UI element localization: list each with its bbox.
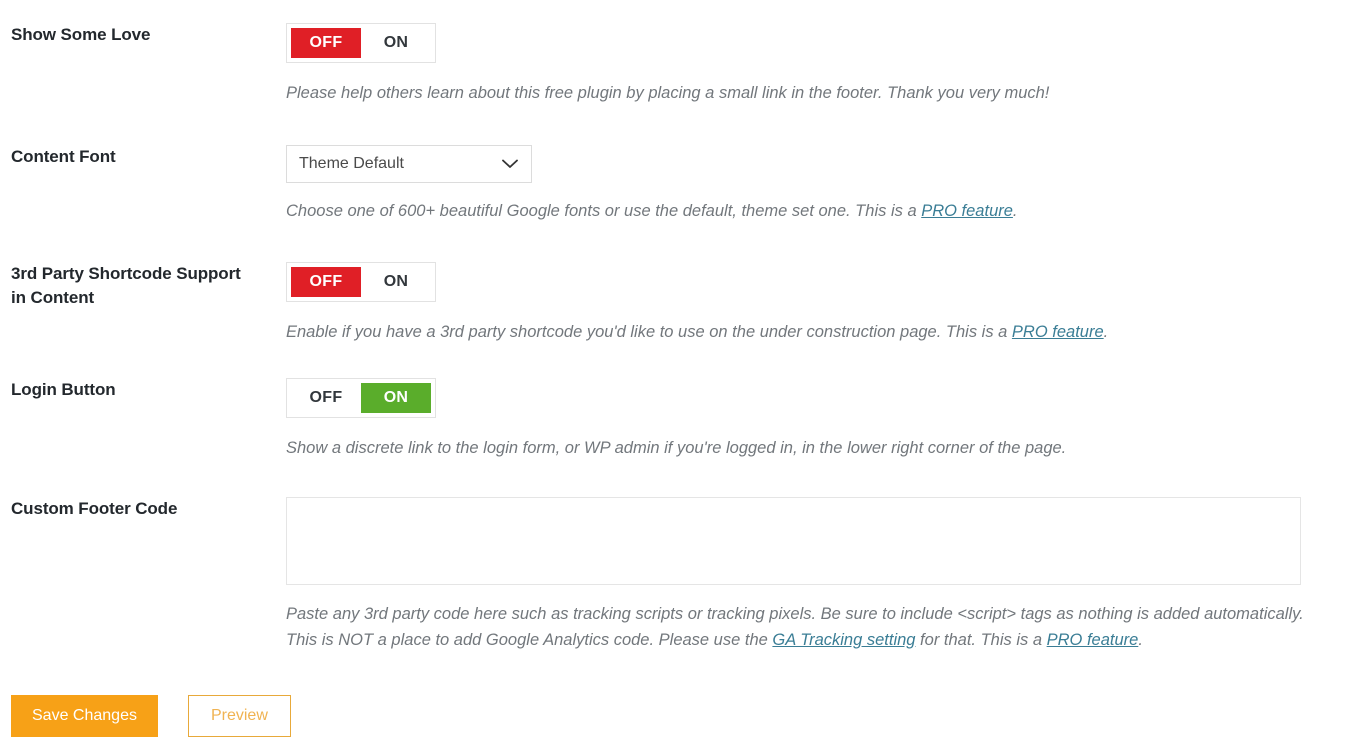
description-content-font-text-after: . <box>1012 202 1018 221</box>
label-custom-footer-code: Custom Footer Code <box>11 498 178 518</box>
content-font-select[interactable]: Theme Default <box>286 145 532 184</box>
content-font-select-value: Theme Default <box>299 155 404 173</box>
toggle-show-some-love-off[interactable]: OFF <box>291 28 361 58</box>
description-show-some-love: Please help others learn about this free… <box>286 84 1050 102</box>
label-show-some-love: Show Some Love <box>11 25 151 44</box>
description-custom-footer-code-text-middle: for that. This is a <box>915 630 1047 649</box>
description-custom-footer-code-line2: This is NOT a place to add Google Analyt… <box>286 627 1316 653</box>
toggle-shortcode-support-off[interactable]: OFF <box>291 266 361 297</box>
form-action-bar: Save Changes Preview <box>0 695 1364 737</box>
field-content-font: Theme Default Choose one of 600+ beautif… <box>286 145 1364 224</box>
setting-row-login-button: Login Button OFF ON Show a discrete link… <box>0 345 1364 461</box>
field-custom-footer-code: Paste any 3rd party code here such as tr… <box>286 496 1364 654</box>
settings-form: Show Some Love OFF ON Please help others… <box>0 0 1364 737</box>
toggle-login-button-on[interactable]: ON <box>361 383 431 414</box>
pro-feature-link-custom-footer-code[interactable]: PRO feature <box>1047 631 1139 649</box>
label-content-font: Content Font <box>11 147 116 167</box>
field-show-some-love: OFF ON Please help others learn about th… <box>286 23 1364 106</box>
description-custom-footer-code-line1: Paste any 3rd party code here such as tr… <box>286 604 1304 623</box>
toggle-shortcode-support[interactable]: OFF ON <box>286 261 436 302</box>
setting-row-content-font: Content Font Theme Default Choose one of… <box>0 106 1364 224</box>
label-shortcode-support: 3rd Party Shortcode Support in Content <box>11 263 241 308</box>
field-shortcode-support: OFF ON Enable if you have a 3rd party sh… <box>286 261 1364 345</box>
description-login-button: Show a discrete link to the login form, … <box>286 439 1067 458</box>
setting-row-custom-footer-code: Custom Footer Code Paste any 3rd party c… <box>0 462 1364 654</box>
toggle-login-button-off[interactable]: OFF <box>291 383 361 413</box>
description-custom-footer-code-text-before: This is NOT a place to add Google Analyt… <box>286 630 773 649</box>
custom-footer-code-textarea[interactable] <box>286 496 1301 585</box>
pro-feature-link-content-font[interactable]: PRO feature <box>921 202 1013 220</box>
content-font-select-wrapper[interactable]: Theme Default <box>286 145 532 184</box>
ga-tracking-setting-link[interactable]: GA Tracking setting <box>772 631 915 649</box>
description-shortcode-support-text-after: . <box>1103 322 1109 341</box>
setting-row-shortcode-support: 3rd Party Shortcode Support in Content O… <box>0 225 1364 345</box>
toggle-login-button[interactable]: OFF ON <box>286 378 436 419</box>
toggle-show-some-love[interactable]: OFF ON <box>286 23 436 63</box>
label-login-button: Login Button <box>11 380 116 400</box>
field-login-button: OFF ON Show a discrete link to the login… <box>286 378 1364 461</box>
description-shortcode-support-text-before: Enable if you have a 3rd party shortcode… <box>286 322 1012 341</box>
toggle-show-some-love-on[interactable]: ON <box>361 28 431 58</box>
description-content-font: Choose one of 600+ beautiful Google font… <box>286 198 1316 224</box>
description-content-font-text-before: Choose one of 600+ beautiful Google font… <box>286 202 922 221</box>
pro-feature-link-shortcode-support[interactable]: PRO feature <box>1012 323 1104 341</box>
save-changes-button[interactable]: Save Changes <box>11 695 158 737</box>
description-shortcode-support: Enable if you have a 3rd party shortcode… <box>286 319 1316 345</box>
toggle-shortcode-support-on[interactable]: ON <box>361 267 431 297</box>
preview-button[interactable]: Preview <box>187 695 291 737</box>
description-custom-footer-code-text-after: . <box>1138 630 1143 649</box>
setting-row-show-some-love: Show Some Love OFF ON Please help others… <box>0 0 1364 106</box>
